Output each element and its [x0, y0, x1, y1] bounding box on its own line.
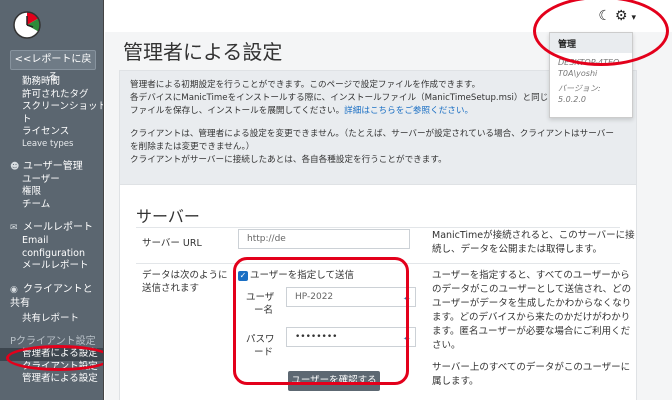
sidebar-section-label: ユーザー管理 — [23, 160, 83, 172]
intro-text: 管理者による初期設定を行うことができます。このページで設定ファイルを作成できます… — [130, 80, 481, 90]
back-to-reports-button[interactable]: <<レポートに戻る — [10, 50, 96, 83]
desc-line: のデータがこのユーザーとして送信され、どの — [432, 284, 632, 295]
sidebar-item-license[interactable]: ライセンス — [0, 126, 103, 139]
desc-line: ます。どのデバイスから来たのかだけがわかり — [432, 312, 631, 323]
sidebar-section-mail-report: ✉ メールレポート — [0, 221, 103, 235]
server-url-description: ManicTimeが接続されると、このサーバーに接 続し、データを公開または取得… — [432, 229, 635, 257]
sidebar-item-leave-types[interactable]: Leave types — [0, 139, 103, 150]
sidebar-item-work-hours[interactable]: 勤務時間 — [0, 76, 103, 89]
desc-line: ます。匿名ユーザーが必要な場合にご利用くだ — [432, 326, 631, 337]
desc-line: 属します。 — [432, 376, 479, 387]
send-mode-label: データは次のように 送信されます — [142, 269, 228, 295]
sidebar-item-mail-report[interactable]: メールレポート — [0, 260, 103, 273]
intro-text: 各デバイスにManicTimeをインストールする際に、インストールファイル（Ma… — [130, 93, 557, 103]
desc-line: 続し、データを公開または取得します。 — [432, 244, 603, 255]
sidebar-nav: 勤務時間 許可されたタグ スクリーンショット ト ライセンス Leave typ… — [0, 76, 103, 386]
sidebar-item-teams[interactable]: チーム — [0, 199, 103, 212]
sidebar: <<レポートに戻る 勤務時間 許可されたタグ スクリーンショット ト ライセンス… — [0, 0, 104, 400]
sidebar-item-screenshots-cont[interactable]: ト — [0, 114, 103, 127]
sidebar-item-email-config[interactable]: Email configuration — [0, 235, 103, 260]
dropdown-version: バージョン: 5.0.2.0 — [550, 83, 632, 109]
server-url-input[interactable]: http://de — [238, 229, 410, 249]
divider — [136, 227, 620, 228]
intro-paragraph-2: クライアントは、管理者による設定を変更できません。（たとえば、サーバーが設定され… — [130, 128, 626, 167]
label-line: データは次のように — [142, 270, 228, 281]
intro-text: クライアントがサーバーに接続したあとは、各自各種設定を行うことができます。 — [130, 155, 447, 165]
sidebar-item-allowed-tags[interactable]: 許可されたタグ — [0, 89, 103, 102]
label-line: 送信されます — [142, 283, 200, 294]
details-link[interactable]: 詳細はこちらをご参照ください。 — [344, 106, 473, 116]
version-value: 5.0.2.0 — [558, 95, 586, 104]
intro-text: を削除または変更できません。） — [130, 142, 255, 152]
sidebar-section-label: クライアントと共有 — [10, 283, 93, 309]
send-mode-description: ユーザーを指定すると、すべてのユーザーから のデータがこのユーザーとして送信され… — [432, 269, 631, 353]
users-icon: ☻ — [10, 161, 20, 172]
sidebar-item-users[interactable]: ユーザー — [0, 174, 103, 187]
desc-line: ユーザーがデータを生成したかわからなくなり — [432, 298, 632, 309]
eye-icon: ◉ — [10, 284, 18, 295]
page-title: 管理者による設定 — [123, 40, 283, 64]
sidebar-item-screenshots[interactable]: スクリーンショット — [0, 101, 103, 114]
sidebar-section-user-mgmt: ☻ ユーザー管理 — [0, 160, 103, 174]
intro-text: クライアントは、管理者による設定を変更できません。（たとえば、サーバーが設定され… — [130, 129, 614, 139]
manictime-logo-icon[interactable] — [12, 10, 42, 40]
highlight-box — [233, 257, 409, 385]
sidebar-section-client-share: ◉ クライアントと共有 — [0, 283, 103, 310]
desc-line: ManicTimeが接続されると、このサーバーに接 — [432, 230, 635, 241]
server-section-title: サーバー — [136, 207, 200, 226]
desc-line: ユーザーを指定すると、すべてのユーザーから — [432, 270, 630, 281]
highlight-circle — [6, 345, 103, 371]
sidebar-section-label: メールレポート — [23, 222, 93, 233]
sidebar-item-shared-reports[interactable]: 共有レポート — [0, 313, 103, 326]
server-url-label: サーバー URL — [142, 238, 202, 249]
desc-line: さい。 — [432, 340, 461, 351]
intro-text: ファイルを保存し、インストールを展開してください。 — [130, 106, 345, 116]
sidebar-item-permissions[interactable]: 権限 — [0, 186, 103, 199]
desc-line: サーバー上のすべてのデータがこのユーザーに — [432, 362, 631, 373]
sidebar-item-admin-settings-2[interactable]: 管理者による設定 — [0, 373, 103, 386]
version-label: バージョン: — [558, 84, 601, 93]
send-mode-description-2: サーバー上のすべてのデータがこのユーザーに 属します。 — [432, 361, 630, 389]
envelope-icon: ✉ — [10, 223, 18, 233]
